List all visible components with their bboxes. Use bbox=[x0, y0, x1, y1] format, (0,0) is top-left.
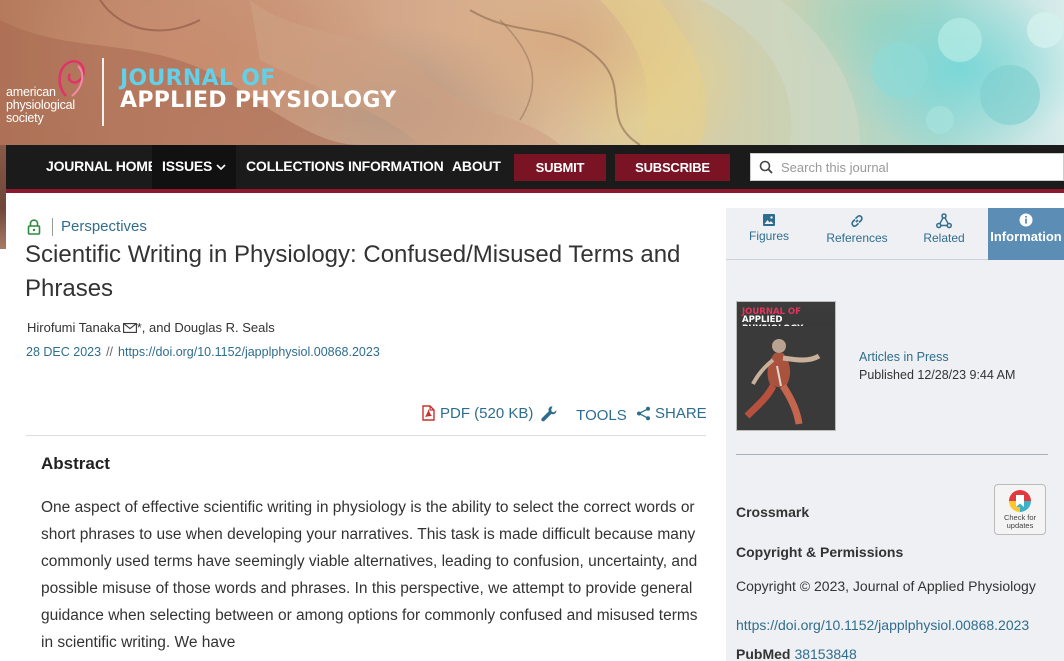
aps-line: physiological bbox=[6, 98, 75, 112]
tab-figures-label: Figures bbox=[748, 229, 789, 243]
pubmed-row: PubMed 38153848 bbox=[736, 646, 857, 661]
copyright-text: Copyright © 2023, Journal of Applied Phy… bbox=[736, 578, 1036, 594]
wrench-icon bbox=[541, 406, 557, 422]
chevron-down-icon bbox=[216, 164, 226, 171]
aps-line: american bbox=[6, 85, 56, 99]
journal-banner: american physiological society JOURNAL O… bbox=[0, 0, 1064, 145]
crossmark-badge[interactable]: Check for updates bbox=[994, 484, 1046, 535]
share-icon bbox=[637, 406, 650, 421]
nav-collections[interactable]: COLLECTIONS bbox=[246, 145, 344, 189]
articles-in-press-link[interactable]: Articles in Press bbox=[859, 350, 949, 364]
submit-button[interactable]: SUBMIT bbox=[514, 154, 606, 181]
network-icon bbox=[936, 213, 952, 229]
sidebar-doi-link[interactable]: https://doi.org/10.1152/japplphysiol.008… bbox=[736, 617, 1029, 633]
article-title: Scientific Writing in Physiology: Confus… bbox=[25, 241, 681, 302]
category-divider bbox=[52, 218, 53, 236]
pubmed-id-link[interactable]: 38153848 bbox=[794, 646, 856, 661]
crossmark-badge-line2: updates bbox=[1006, 521, 1034, 530]
journal-title-line2: APPLIED PHYSIOLOGY bbox=[120, 88, 397, 113]
cover-illustration bbox=[737, 326, 835, 430]
tab-references[interactable]: References bbox=[816, 208, 898, 260]
author-separator: *, and bbox=[136, 320, 171, 335]
tools-label: TOOLS bbox=[576, 407, 627, 424]
banner-divider bbox=[102, 58, 104, 126]
pdf-button[interactable]: PDF (520 KB) bbox=[421, 405, 533, 425]
share-button[interactable]: SHARE bbox=[636, 405, 707, 425]
lock-icon bbox=[27, 219, 41, 235]
nav-issues-label: ISSUES bbox=[162, 158, 213, 174]
article-meta: 28 DEC 2023 // https://doi.org/10.1152/jap… bbox=[26, 345, 380, 359]
doi-link[interactable]: https://doi.org/10.1152/japplphysiol.008… bbox=[118, 345, 380, 359]
article-category-link[interactable]: Perspectives bbox=[61, 218, 147, 235]
journal-search bbox=[750, 153, 1064, 181]
section-divider bbox=[26, 435, 706, 436]
tab-related[interactable]: Related bbox=[902, 208, 986, 260]
journal-title[interactable]: JOURNAL OF APPLIED PHYSIOLOGY bbox=[120, 68, 396, 112]
abstract-text: One aspect of effective scientific writi… bbox=[41, 499, 698, 651]
nav-information[interactable]: INFORMATION bbox=[348, 145, 444, 189]
aps-logo[interactable]: american physiological society bbox=[6, 56, 102, 130]
image-icon bbox=[763, 214, 775, 226]
author-name[interactable]: Hirofumi Tanaka bbox=[27, 320, 121, 335]
journal-title-line1: JOURNAL OF bbox=[120, 66, 276, 91]
tools-button[interactable]: TOOLS bbox=[540, 405, 627, 425]
sidebar-tabs: Figures References Related Information bbox=[726, 208, 1064, 260]
pdf-label: PDF (520 KB) bbox=[440, 405, 534, 422]
journal-cover-image[interactable]: JOURNAL OF APPLIED PHYSIOLOGY bbox=[736, 301, 836, 431]
sidebar-divider bbox=[736, 454, 1048, 455]
publication-date: 28 DEC 2023 bbox=[26, 345, 102, 359]
published-date: Published 12/28/23 9:44 AM bbox=[859, 368, 1016, 382]
mail-icon[interactable] bbox=[122, 323, 137, 333]
search-icon[interactable] bbox=[759, 160, 773, 174]
crossmark-icon bbox=[1009, 490, 1031, 512]
copyright-heading: Copyright & Permissions bbox=[736, 544, 904, 560]
nav-about[interactable]: ABOUT bbox=[452, 145, 501, 189]
nav-issues[interactable]: ISSUES bbox=[152, 145, 237, 189]
aps-line: society bbox=[6, 111, 44, 125]
info-icon bbox=[1019, 213, 1033, 227]
meta-separator: // bbox=[106, 345, 114, 359]
tab-related-label: Related bbox=[923, 231, 965, 245]
link-icon bbox=[851, 214, 863, 228]
pubmed-label: PubMed bbox=[736, 646, 791, 661]
abstract-heading: Abstract bbox=[41, 454, 110, 473]
nav-journal-home[interactable]: JOURNAL HOME bbox=[46, 145, 157, 189]
tab-information-label: Information bbox=[990, 229, 1062, 244]
share-label: SHARE bbox=[655, 405, 707, 422]
tab-references-label: References bbox=[826, 231, 888, 245]
tab-figures[interactable]: Figures bbox=[726, 208, 812, 260]
subscribe-button[interactable]: SUBSCRIBE bbox=[615, 154, 730, 181]
aps-wordmark: american physiological society bbox=[6, 86, 75, 125]
author-list: Hirofumi Tanaka *, and Douglas R. Seals bbox=[27, 320, 275, 335]
tab-information[interactable]: Information bbox=[988, 208, 1064, 260]
nav-accent-bar bbox=[6, 189, 1064, 193]
crossmark-heading: Crossmark bbox=[736, 504, 810, 520]
pdf-icon bbox=[422, 405, 435, 421]
author-name[interactable]: Douglas R. Seals bbox=[174, 320, 274, 335]
search-input[interactable] bbox=[781, 157, 1061, 177]
